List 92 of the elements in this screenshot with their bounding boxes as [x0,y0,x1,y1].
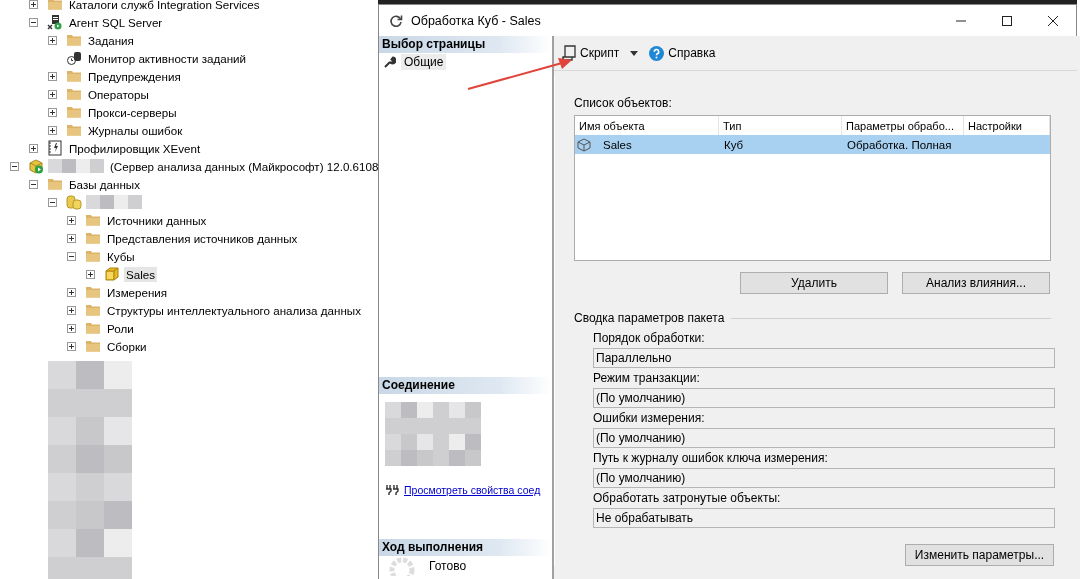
collapse-icon[interactable] [67,251,76,261]
field-label: Порядок обработки: [593,330,706,347]
tree-item[interactable]: Кубы [105,248,137,264]
folder-icon [47,176,63,192]
folder-icon [47,0,63,12]
folder-icon [85,284,101,300]
close-icon[interactable] [1047,14,1059,27]
collapse-icon[interactable] [29,179,38,189]
caret-icon [630,50,639,56]
cube-icon [104,266,120,282]
readonly-field: (По умолчанию) [593,388,1055,408]
tree-item[interactable]: Журналы ошибок [86,122,185,138]
tree-item[interactable]: Агент SQL Server [67,14,165,30]
server-cube-icon [28,158,44,174]
expand-icon[interactable] [29,0,38,9]
tree-item[interactable]: Задания [86,32,136,48]
tree-item[interactable]: Каталоги служб Integration Services [67,0,262,12]
readonly-field: (По умолчанию) [593,428,1055,448]
field-label: Режим транзакции: [593,370,701,387]
tree-item[interactable]: Структуры интеллектуального анализа данных [105,302,363,318]
tree-item[interactable]: Базы данных [67,176,142,192]
expand-icon[interactable] [48,89,57,99]
change-settings-button[interactable]: Изменить параметры... [905,544,1054,566]
tree-item[interactable]: Монитор активности заданий [86,50,248,66]
folder-icon [66,32,82,48]
tree-item[interactable]: Операторы [86,86,151,102]
profiler-icon [47,140,63,156]
server-agent-icon [47,14,63,30]
folder-icon [85,230,101,246]
refresh-icon [389,13,403,28]
folder-icon [66,122,82,138]
expand-icon[interactable] [67,305,76,315]
expand-icon[interactable] [29,143,38,153]
expand-icon[interactable] [48,35,57,45]
cube-outline-icon [577,137,591,152]
list-label: Список объектов: [574,96,673,110]
wrench-icon [384,56,396,68]
readonly-field: (По умолчанию) [593,468,1055,488]
expand-icon[interactable] [48,107,57,117]
connection-link[interactable]: Просмотреть свойства соед [404,484,541,496]
expand-icon[interactable] [67,215,76,225]
tree-item[interactable]: Профилировщик XEvent [67,140,203,156]
group-title: Сводка параметров пакета [574,311,725,325]
tree-item[interactable]: (Сервер анализа данных (Майкрософт) 12.0.6108 [108,158,378,174]
folder-icon [66,104,82,120]
field-label: Путь к журналу ошибок ключа измерения: [593,450,829,467]
tree-item[interactable]: Предупреждения [86,68,183,84]
tree-item[interactable]: Измерения [105,284,170,300]
status-text: Готово [429,559,467,573]
field-label: Обработать затронутые объекты: [593,490,782,507]
scroll-icon [562,45,576,61]
tree-item[interactable]: Прокси-серверы [86,104,179,120]
collapse-icon[interactable] [10,161,19,171]
folder-icon [85,248,101,264]
tree-item[interactable]: Представления источников данных [105,230,300,246]
expand-icon[interactable] [67,341,76,351]
page-item[interactable]: Общие [401,54,447,70]
script-button[interactable]: Скрипт [560,43,622,63]
table-cell: Куб [724,138,744,151]
expand-icon[interactable] [48,71,57,81]
folder-icon [85,212,101,228]
help-icon [649,45,665,61]
tree-item[interactable]: Сборки [105,338,149,354]
maximize-icon[interactable] [1001,14,1013,27]
action-button[interactable]: Удалить [740,272,888,294]
action-button[interactable]: Анализ влияния... [902,272,1050,294]
readonly-field: Параллельно [593,348,1055,368]
collapse-icon[interactable] [48,197,57,207]
field-label: Ошибки измерения: [593,410,706,427]
database-icon [66,194,82,210]
expand-icon[interactable] [86,269,95,279]
collapse-icon[interactable] [29,17,38,27]
folder-icon [85,338,101,354]
expand-icon[interactable] [67,233,76,243]
folder-icon [85,320,101,336]
expand-icon[interactable] [67,287,76,297]
expand-icon[interactable] [48,125,57,135]
tree-item[interactable]: Sales [124,266,157,282]
tree-item[interactable]: Источники данных [105,212,209,228]
folder-icon [85,302,101,318]
folder-icon [66,86,82,102]
clock-database-icon [66,50,82,66]
table-cell: Обработка. Полная [847,138,952,151]
table-row[interactable]: Sales Куб Обработка. Полная [575,135,1050,154]
window-title: Обработка Куб - Sales [411,13,542,28]
expand-icon[interactable] [67,323,76,333]
tree-item[interactable]: Роли [105,320,136,336]
folder-icon [66,68,82,84]
table-cell: Sales [603,138,632,151]
help-button[interactable]: Справка [647,43,718,63]
readonly-field: Не обрабатывать [593,508,1055,528]
spinner-icon [389,557,415,576]
